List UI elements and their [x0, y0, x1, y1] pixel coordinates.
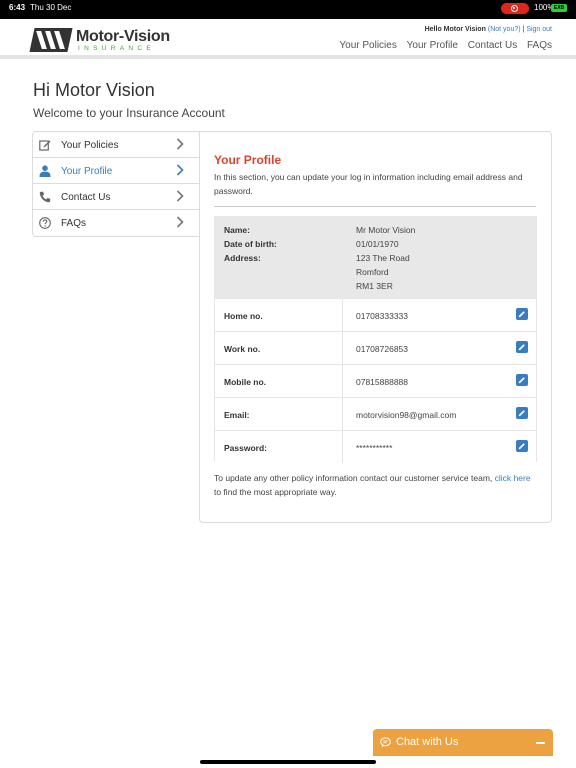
minimize-icon[interactable] [536, 742, 545, 744]
field-value: 01708726853 [356, 344, 409, 354]
address-line-1: 123 The Road [356, 253, 410, 263]
account-sidebar: Your Policies Your Profile Contact Us FA… [32, 131, 200, 237]
site-header: Motor-Vision INSURANCE Hello Motor Visio… [0, 19, 576, 59]
phone-icon [39, 191, 51, 203]
address-label: Address: [224, 253, 261, 263]
section-title: Your Profile [214, 153, 282, 167]
dob-label: Date of birth: [224, 239, 277, 249]
status-time: 6:43 [9, 3, 26, 12]
nav-contact-us[interactable]: Contact Us [468, 40, 517, 51]
question-icon [39, 217, 51, 229]
field-value: *********** [356, 443, 393, 453]
chevron-right-icon [176, 216, 184, 228]
field-label: Password: [224, 443, 267, 453]
sidebar-item-contact-us[interactable]: Contact Us [33, 184, 199, 210]
page-subtitle: Welcome to your Insurance Account [33, 106, 225, 120]
home-indicator[interactable] [200, 760, 376, 764]
table-row-email: Email: motorvision98@gmail.com [215, 397, 536, 430]
contact-note-text: To update any other policy information c… [214, 473, 493, 483]
personal-details-block: Name: Mr Motor Vision Date of birth: 01/… [215, 217, 536, 298]
account-greeting: Hello Motor Vision (Not you?) | Sign out [425, 26, 552, 33]
column-divider [342, 431, 343, 463]
name-value: Mr Motor Vision [356, 225, 416, 235]
edit-pencil-icon[interactable] [516, 407, 528, 419]
edit-pencil-icon[interactable] [516, 308, 528, 320]
column-divider [342, 398, 343, 430]
page-title: Hi Motor Vision [33, 80, 155, 100]
field-label: Home no. [224, 311, 263, 321]
field-label: Work no. [224, 344, 261, 354]
sidebar-item-label: FAQs [61, 218, 87, 229]
hello-name: Hello Motor Vision [424, 26, 486, 33]
user-icon [39, 165, 51, 177]
battery-icon: EXB [551, 4, 567, 12]
separator: | [522, 26, 525, 33]
click-link[interactable]: click [495, 473, 512, 483]
nav-your-policies[interactable]: Your Policies [339, 40, 396, 51]
edit-pencil-icon[interactable] [516, 374, 528, 386]
section-intro: In this section, you can update your log… [214, 172, 523, 196]
here-link[interactable]: here [514, 473, 531, 483]
edit-pencil-icon[interactable] [516, 341, 528, 353]
dob-value: 01/01/1970 [356, 239, 399, 249]
profile-panel: Your Profile In this section, you can up… [199, 131, 552, 523]
sidebar-item-label: Your Policies [61, 140, 119, 151]
chevron-right-icon [176, 138, 184, 150]
sidebar-item-faqs[interactable]: FAQs [33, 210, 199, 236]
edit-icon [39, 140, 51, 151]
logo-title: Motor-Vision [76, 28, 170, 45]
table-row-work-no: Work no. 01708726853 [215, 331, 536, 364]
chevron-right-icon [176, 190, 184, 202]
table-row-password: Password: *********** [215, 430, 536, 463]
field-value: motorvision98@gmail.com [356, 410, 457, 420]
chat-label: Chat with Us [396, 736, 459, 748]
sidebar-item-label: Your Profile [61, 166, 113, 177]
field-value: 07815888888 [356, 377, 409, 387]
edit-pencil-icon[interactable] [516, 440, 528, 452]
address-line-2: Romford [356, 267, 389, 277]
divider [214, 206, 536, 207]
sidebar-item-your-profile[interactable]: Your Profile [33, 158, 199, 184]
logo-mark-icon [29, 28, 73, 52]
contact-note: To update any other policy information c… [214, 471, 539, 499]
record-icon [511, 5, 518, 12]
nav-your-profile[interactable]: Your Profile [407, 40, 458, 51]
column-divider [342, 299, 343, 331]
column-divider [342, 365, 343, 397]
table-row-home-no: Home no. 01708333333 [215, 298, 536, 331]
chat-bubble-icon [380, 737, 391, 748]
motor-vision-logo[interactable]: Motor-Vision INSURANCE [29, 28, 170, 54]
address-line-3: RM1 3ER [356, 281, 393, 291]
field-value: 01708333333 [356, 311, 409, 321]
sidebar-item-your-policies[interactable]: Your Policies [33, 132, 199, 158]
sign-out-link[interactable]: Sign out [526, 26, 552, 33]
top-navigation: Your Policies Your Profile Contact Us FA… [332, 40, 552, 51]
sidebar-item-label: Contact Us [61, 192, 111, 203]
profile-details-table: Name: Mr Motor Vision Date of birth: 01/… [214, 216, 537, 463]
field-label: Mobile no. [224, 377, 267, 387]
column-divider [342, 332, 343, 364]
status-date: Thu 30 Dec [30, 3, 72, 12]
screen-recording-indicator[interactable] [501, 3, 529, 14]
contact-note-text-end: to find the most appropriate way. [214, 487, 337, 497]
logo-subtitle: INSURANCE [78, 45, 155, 52]
field-label: Email: [224, 410, 250, 420]
chat-with-us-widget[interactable]: Chat with Us [373, 729, 553, 756]
not-you-link[interactable]: (Not you?) [488, 26, 521, 33]
table-row-mobile-no: Mobile no. 07815888888 [215, 364, 536, 397]
status-bar: 6:43 Thu 30 Dec 100% EXB [0, 0, 576, 19]
nav-faqs[interactable]: FAQs [527, 40, 552, 51]
name-label: Name: [224, 225, 250, 235]
chevron-right-icon [176, 164, 184, 176]
